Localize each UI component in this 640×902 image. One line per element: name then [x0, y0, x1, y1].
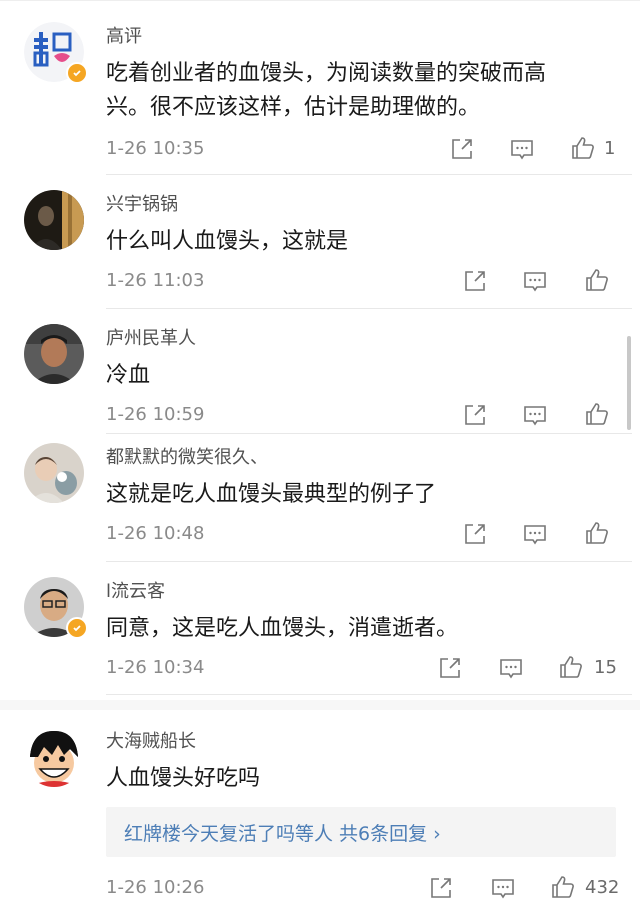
commenter-name[interactable]: 兴宇锅锅	[106, 194, 178, 216]
comment-icon[interactable]	[522, 521, 548, 547]
avatar[interactable]	[24, 190, 84, 250]
commenter-name[interactable]: 庐州民革人	[106, 328, 196, 350]
commenter-name[interactable]: l流云客	[106, 581, 165, 603]
share-icon[interactable]	[428, 875, 454, 901]
comment-icon[interactable]	[498, 655, 524, 681]
photo-avatar	[24, 443, 84, 503]
avatar[interactable]	[24, 324, 84, 384]
commenter-name[interactable]: 大海贼船长	[106, 731, 196, 753]
comment-time: 1-26 10:35	[106, 138, 205, 159]
share-icon[interactable]	[462, 268, 488, 294]
comment-icon[interactable]	[522, 402, 548, 428]
like-icon[interactable]	[570, 135, 596, 161]
like-count: 432	[585, 877, 620, 898]
comment-divider	[106, 561, 632, 562]
comment-time: 1-26 10:26	[106, 877, 205, 898]
comment-divider	[106, 433, 632, 434]
comment-text: 什么叫人血馒头，这就是	[106, 229, 349, 254]
comment-text: 吃着创业者的血馒头，为阅读数量的突破而高	[106, 61, 547, 86]
like-icon[interactable]	[550, 874, 576, 900]
photo-avatar	[24, 324, 84, 384]
scrollbar[interactable]	[627, 336, 631, 430]
comment-divider	[106, 308, 632, 309]
comment-text: 人血馒头好吃吗	[106, 766, 261, 791]
share-icon[interactable]	[437, 655, 463, 681]
verified-badge-icon	[66, 617, 88, 639]
comment-text: 同意，这是吃人血馒头，消遣逝者。	[106, 616, 459, 641]
cartoon-avatar	[24, 727, 84, 787]
like-icon[interactable]	[584, 401, 610, 427]
share-icon[interactable]	[462, 402, 488, 428]
share-icon[interactable]	[449, 136, 475, 162]
photo-avatar	[24, 190, 84, 250]
comment-text: 冷血	[106, 363, 151, 388]
section-gap	[0, 700, 640, 710]
comment-divider	[106, 694, 632, 695]
like-icon[interactable]	[558, 654, 584, 680]
commenter-name[interactable]: 都默默的微笑很久、	[106, 447, 268, 469]
commenter-name[interactable]: 高评	[106, 26, 142, 48]
avatar[interactable]	[24, 443, 84, 503]
comment-icon[interactable]	[490, 875, 516, 901]
avatar[interactable]	[24, 727, 84, 787]
like-count: 15	[594, 657, 617, 678]
comment-text: 这就是吃人血馒头最典型的例子了	[106, 482, 437, 507]
like-icon[interactable]	[584, 267, 610, 293]
like-icon[interactable]	[584, 520, 610, 546]
comment-icon[interactable]	[509, 136, 535, 162]
comment-time: 1-26 10:34	[106, 657, 205, 678]
comment-time: 1-26 11:03	[106, 270, 205, 291]
comment-time: 1-26 10:59	[106, 404, 205, 425]
comment-icon[interactable]	[522, 268, 548, 294]
top-divider	[0, 0, 640, 1]
like-count: 1	[604, 138, 616, 159]
reply-summary-box[interactable]: 红牌楼今天复活了吗等人 共6条回复 ›	[106, 807, 616, 857]
share-icon[interactable]	[462, 521, 488, 547]
comment-divider	[106, 174, 632, 175]
reply-summary-link[interactable]: 红牌楼今天复活了吗等人 共6条回复 ›	[124, 819, 441, 846]
verified-badge-icon	[66, 62, 88, 84]
comment-text-line2: 兴。很不应该这样，估计是助理做的。	[106, 95, 481, 120]
comment-time: 1-26 10:48	[106, 523, 205, 544]
